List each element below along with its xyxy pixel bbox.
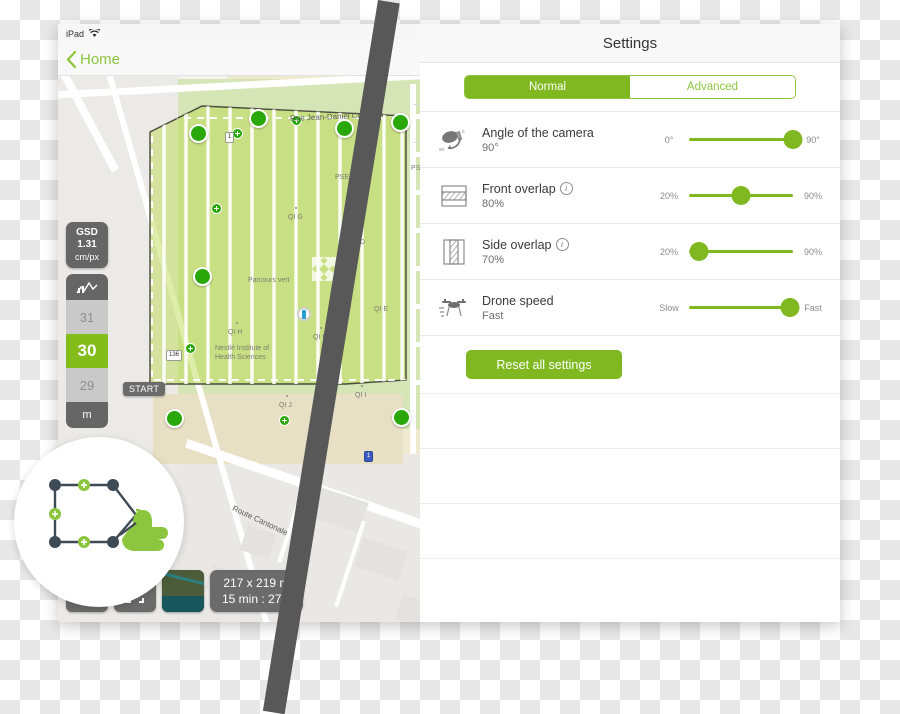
tab-advanced[interactable]: Advanced <box>630 76 795 98</box>
slider-min-label: Slow <box>659 302 679 313</box>
setting-label: Drone speed <box>482 293 554 308</box>
empty-row <box>420 503 840 558</box>
setting-text-drone-speed: Drone speed Fast <box>474 294 642 322</box>
back-home-label: Home <box>80 50 121 68</box>
setting-value: Fast <box>482 309 504 322</box>
setting-value: 70% <box>482 253 505 266</box>
slider-min-label: 0° <box>664 134 674 145</box>
empty-row <box>420 448 840 503</box>
back-home-button[interactable]: Home <box>66 50 121 68</box>
polygon-vertex[interactable] <box>391 113 410 132</box>
polygon-midpoint[interactable] <box>185 343 196 354</box>
polygon-midpoint[interactable] <box>211 203 222 214</box>
polygon-vertex[interactable] <box>392 408 411 427</box>
start-marker-label: START <box>123 382 166 396</box>
setting-text-side-overlap: Side overlap i 70% <box>474 238 642 266</box>
slider-track[interactable] <box>689 130 803 149</box>
polygon-midpoint[interactable] <box>279 415 290 426</box>
setting-value: 80% <box>482 197 505 210</box>
empty-row <box>420 393 840 448</box>
slider-front-overlap[interactable]: 20% 90% <box>642 186 826 205</box>
setting-row-side-overlap[interactable]: Side overlap i 70% 20% 90% <box>420 223 840 279</box>
slider-drone-speed[interactable]: Slow Fast <box>642 298 826 317</box>
drone-position-marker[interactable] <box>297 307 311 321</box>
setting-text-camera-angle: Angle of the camera 90° <box>474 126 642 154</box>
settings-pane: Settings Normal Advanced 0 90 Angle of t… <box>420 24 840 622</box>
slider-thumb[interactable] <box>731 186 751 205</box>
slider-camera-angle[interactable]: 0° 90° <box>642 130 826 149</box>
mode-segmented-control[interactable]: Normal Advanced <box>464 75 796 99</box>
road-shield: 136 <box>166 350 183 361</box>
slider-thumb[interactable] <box>689 242 709 261</box>
reset-section: Reset all settings <box>420 335 840 393</box>
page-title: Settings <box>602 34 658 52</box>
road-shield: 1 <box>364 451 374 462</box>
wifi-icon <box>89 29 101 37</box>
poi-label: QI E <box>374 306 389 313</box>
poi-label: QI J <box>279 402 292 409</box>
polygon-vertex[interactable] <box>165 409 184 428</box>
reset-all-settings-button[interactable]: Reset all settings <box>466 350 622 379</box>
slider-thumb[interactable] <box>783 130 803 149</box>
slider-thumb[interactable] <box>780 298 800 317</box>
gsd-value: 1.31 <box>77 239 97 250</box>
altitude-option-selected[interactable]: 30 <box>66 334 108 368</box>
slider-max-label: 90% <box>803 190 822 201</box>
svg-text:0: 0 <box>462 129 465 134</box>
altitude-option[interactable]: 31 <box>66 300 108 334</box>
poi-label: QI G <box>288 214 303 221</box>
setting-row-front-overlap[interactable]: Front overlap i 80% 20% 90% <box>420 167 840 223</box>
mode-segmented-control-wrap: Normal Advanced <box>420 63 840 111</box>
settings-header: Settings <box>420 24 840 63</box>
map-hud: GSD 1.31 cm/px 31 30 29 m <box>66 222 108 428</box>
info-icon[interactable]: i <box>555 238 569 251</box>
slider-min-label: 20% <box>659 246 678 257</box>
altitude-picker[interactable]: 31 30 29 <box>66 300 108 402</box>
polygon-vertex[interactable] <box>335 119 354 138</box>
camera-angle-icon: 0 90 <box>434 126 474 154</box>
setting-row-camera-angle[interactable]: 0 90 Angle of the camera 90° 0° 90° <box>420 111 840 167</box>
empty-row <box>420 558 840 613</box>
setting-label: Front overlap <box>482 181 556 196</box>
setting-text-front-overlap: Front overlap i 80% <box>474 182 642 210</box>
info-icon[interactable]: i <box>559 182 573 195</box>
gsd-label: GSD <box>76 227 98 238</box>
device-name: iPad <box>66 28 85 39</box>
altitude-option[interactable]: 29 <box>66 368 108 402</box>
slider-max-label: Fast <box>804 302 822 313</box>
altitude-unit: m <box>66 402 108 428</box>
tab-normal[interactable]: Normal <box>465 76 630 98</box>
front-overlap-icon <box>434 181 474 211</box>
poi-label: Nestlé Institute of Health Sciences <box>215 345 270 361</box>
terrain-altitude-icon[interactable] <box>66 274 108 300</box>
polygon-vertex[interactable] <box>193 267 212 286</box>
polygon-vertex[interactable] <box>189 124 208 143</box>
chevron-left-icon <box>66 50 77 68</box>
svg-text:90: 90 <box>439 147 445 152</box>
setting-row-drone-speed[interactable]: Drone speed Fast Slow Fast <box>420 279 840 335</box>
poi-label: QI H <box>228 329 243 336</box>
slider-track[interactable] <box>689 298 800 317</box>
drone-icon <box>434 294 474 322</box>
polygon-edit-callout <box>14 437 184 607</box>
gsd-unit: cm/px <box>74 252 99 262</box>
slider-side-overlap[interactable]: 20% 90% <box>642 242 826 261</box>
slider-track[interactable] <box>689 242 793 261</box>
polygon-edit-touch-icon <box>49 479 168 551</box>
slider-max-label: 90% <box>803 246 822 257</box>
setting-label: Angle of the camera <box>482 125 594 140</box>
slider-min-label: 20% <box>659 190 678 201</box>
gsd-chip: GSD 1.31 cm/px <box>66 222 108 268</box>
road-shield: 1 <box>225 132 235 143</box>
poi-label: Parcours vert <box>248 277 290 284</box>
screenshot-root: END START Rue Jean-Daniel Colladon Route… <box>0 0 900 714</box>
setting-label: Side overlap <box>482 237 552 252</box>
slider-max-label: 90° <box>806 134 820 145</box>
area-value: 217 x 219 m <box>223 576 290 590</box>
setting-value: 90° <box>482 141 499 154</box>
poi-label: QI I <box>355 392 367 399</box>
side-overlap-icon <box>434 237 474 267</box>
slider-track[interactable] <box>689 186 793 205</box>
polygon-vertex[interactable] <box>249 109 268 128</box>
